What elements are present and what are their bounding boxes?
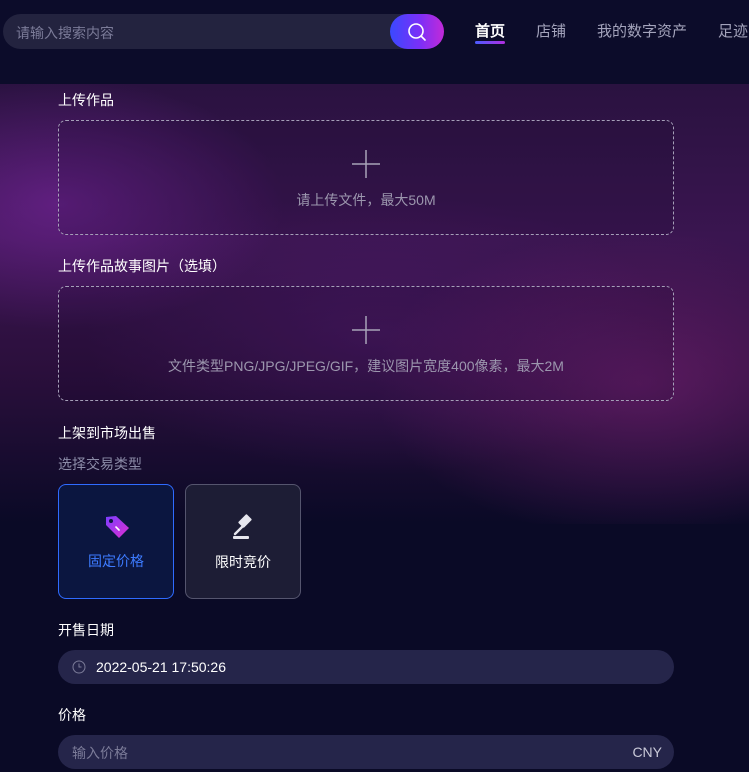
- clock-icon: [72, 660, 86, 674]
- upload-story-label: 上传作品故事图片（选填）: [58, 258, 226, 274]
- tab-home[interactable]: 首页: [475, 20, 506, 44]
- search-icon: [408, 22, 426, 41]
- price-label: 价格: [58, 707, 86, 723]
- upload-story-hint: 文件类型PNG/JPG/JPEG/GIF，建议图片宽度400像素，最大2M: [168, 358, 564, 374]
- sale-date-field[interactable]: 2022-05-21 17:50:26: [58, 650, 674, 684]
- plus-icon: [352, 150, 380, 178]
- search-input[interactable]: [14, 14, 378, 51]
- market-label: 上架到市场出售: [58, 425, 156, 441]
- sale-date-value: 2022-05-21 17:50:26: [96, 659, 226, 675]
- top-header: 首页 店铺 我的数字资产 足迹: [0, 0, 749, 84]
- upload-work-label: 上传作品: [58, 92, 114, 108]
- auction-gavel-icon: [233, 514, 252, 539]
- main-nav: 首页 店铺 我的数字资产 足迹: [475, 20, 749, 44]
- tab-my-digital-assets[interactable]: 我的数字资产: [597, 20, 687, 41]
- fixed-price-option[interactable]: 固定价格: [58, 484, 174, 599]
- tab-shop[interactable]: 店铺: [536, 20, 566, 41]
- currency-unit: CNY: [632, 744, 662, 760]
- plus-icon: [352, 316, 380, 344]
- search-button[interactable]: [390, 14, 444, 49]
- trade-type-label: 选择交易类型: [58, 456, 142, 472]
- price-tag-icon: [106, 516, 129, 538]
- timed-auction-option[interactable]: 限时竞价: [185, 484, 301, 599]
- upload-story-dropzone[interactable]: 文件类型PNG/JPG/JPEG/GIF，建议图片宽度400像素，最大2M: [58, 286, 674, 401]
- fixed-price-label: 固定价格: [88, 553, 144, 569]
- upload-work-dropzone[interactable]: 请上传文件，最大50M: [58, 120, 674, 235]
- tab-footprint[interactable]: 足迹: [718, 20, 748, 41]
- price-field: CNY: [58, 735, 674, 771]
- upload-work-hint: 请上传文件，最大50M: [296, 192, 436, 208]
- search-bar: [3, 14, 444, 51]
- timed-auction-label: 限时竞价: [215, 554, 271, 570]
- price-input[interactable]: [70, 735, 614, 771]
- sale-date-label: 开售日期: [58, 622, 114, 638]
